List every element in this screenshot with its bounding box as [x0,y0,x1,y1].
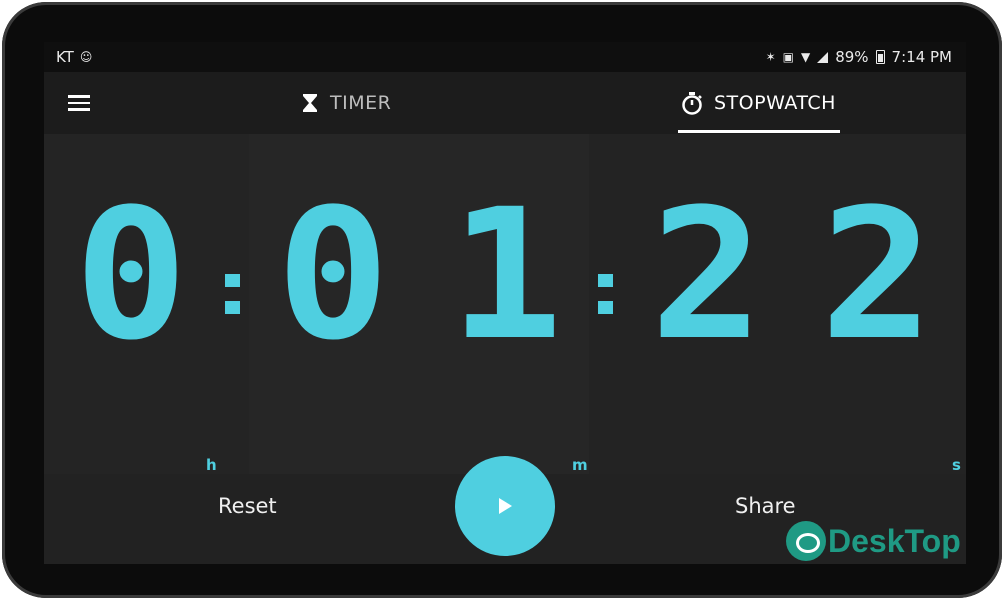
seconds-tens-digit: 2 [650,171,764,380]
battery-icon [875,50,885,64]
watermark-logo-icon [786,521,826,561]
status-bar: KT ☺ ✶ ▣ ▼ 89% 7:14 PM [44,42,966,72]
seconds-ones-digit: 2 [820,171,934,380]
app-toolbar: TIMER STOPWATCH [44,72,966,134]
bluetooth-icon: ✶ [765,50,776,64]
stopwatch-display: 0 0 1 2 2 [44,134,966,474]
stopwatch-panel: 0 0 1 2 2 h m s Reset Share [44,134,966,564]
reset-button[interactable]: Reset [218,494,277,518]
tab-timer[interactable]: TIMER [300,72,391,134]
watermark-text: DeskTop [828,522,961,559]
minutes-unit-label: m [572,456,588,474]
battery-percent: 89% [835,48,869,66]
stopwatch-icon [682,92,702,115]
tablet-frame: KT ☺ ✶ ▣ ▼ 89% 7:14 PM TIMER STOPWATCH 0… [2,2,1002,598]
hourglass-icon [303,94,317,112]
seconds-unit-label: s [952,456,961,474]
minutes-ones-digit: 1 [449,171,563,380]
clock-time: 7:14 PM [891,48,952,66]
app-screen: KT ☺ ✶ ▣ ▼ 89% 7:14 PM TIMER STOPWATCH 0… [44,42,966,564]
share-button[interactable]: Share [735,494,796,518]
hours-unit-label: h [206,456,217,474]
start-button[interactable] [455,456,555,556]
tab-stopwatch-label: STOPWATCH [714,92,836,114]
minutes-tens-digit: 0 [276,171,390,380]
nfc-icon: ▣ [782,50,794,64]
tab-selected-indicator [678,130,840,133]
notification-icon: ☺ [79,50,93,64]
watermark: DeskTop [786,521,961,561]
play-icon [499,498,512,514]
colon-separator [598,274,613,328]
hours-digit: 0 [74,171,188,380]
hamburger-menu-icon[interactable] [68,95,90,111]
tab-timer-label: TIMER [330,92,392,114]
carrier-label: KT [56,48,74,66]
signal-icon [817,51,829,63]
tab-stopwatch[interactable]: STOPWATCH [680,72,836,134]
colon-separator [225,274,240,328]
wifi-icon: ▼ [800,50,811,64]
